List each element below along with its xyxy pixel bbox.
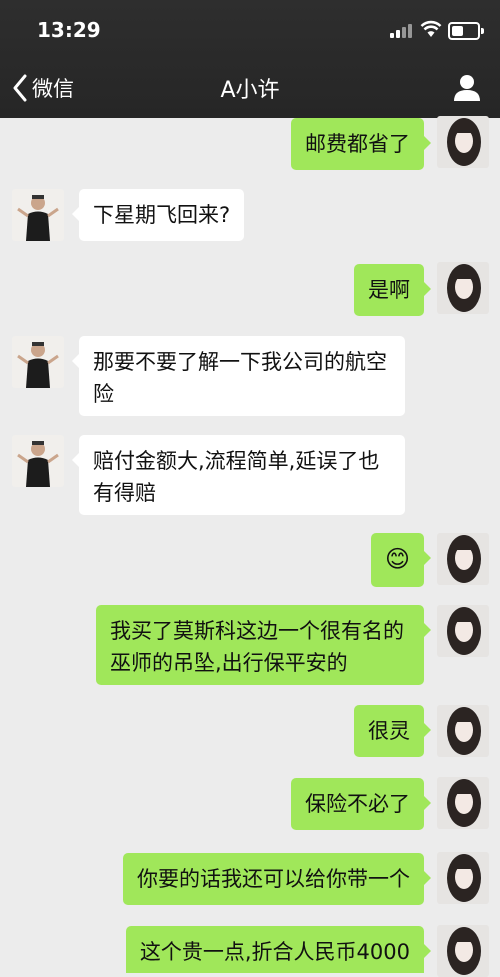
avatar-self[interactable] <box>12 336 64 388</box>
avatar-contact[interactable] <box>437 705 489 757</box>
avatar-self[interactable] <box>12 435 64 487</box>
message-bubble-outgoing[interactable]: 我买了莫斯科这边一个很有名的巫师的吊坠,出行保平安的 <box>96 605 431 685</box>
smile-emoji-icon: 😊 <box>384 545 410 573</box>
status-time: 13:29 <box>37 18 101 42</box>
avatar-contact[interactable] <box>437 852 489 904</box>
avatar-contact[interactable] <box>437 605 489 657</box>
message-bubble-outgoing[interactable]: 保险不必了 <box>291 778 431 830</box>
message-bubble-outgoing[interactable]: 这个贵一点,折合人民币4000 <box>125 926 432 973</box>
message-bubble-outgoing[interactable]: 邮费都省了 <box>291 118 431 170</box>
message-bubble-outgoing[interactable]: 是啊 <box>354 264 431 316</box>
signal-icon <box>390 24 412 38</box>
message-bubble-outgoing[interactable]: 你要的话我还可以给你带一个 <box>123 853 431 905</box>
message-bubble-outgoing[interactable]: 很灵 <box>354 705 431 757</box>
avatar-contact[interactable] <box>437 925 489 977</box>
top-bar: 13:29 微信 A小许 <box>0 0 500 118</box>
avatar-contact[interactable] <box>437 116 489 168</box>
avatar-self[interactable] <box>12 189 64 241</box>
message-bubble-incoming[interactable]: 下星期飞回来? <box>71 189 245 241</box>
message-bubble-incoming[interactable]: 赔付金额大,流程简单,延误了也有得赔 <box>72 435 405 515</box>
avatar-contact[interactable] <box>437 533 489 585</box>
avatar-contact[interactable] <box>437 262 489 314</box>
message-bubble-incoming[interactable]: 那要不要了解一下我公司的航空险 <box>72 336 405 416</box>
message-bubble-outgoing[interactable]: 😊 <box>370 533 432 587</box>
wifi-icon <box>420 20 442 37</box>
avatar-contact[interactable] <box>437 777 489 829</box>
profile-icon[interactable] <box>452 74 482 102</box>
battery-icon <box>448 22 484 40</box>
chat-title: A小许 <box>220 78 280 103</box>
